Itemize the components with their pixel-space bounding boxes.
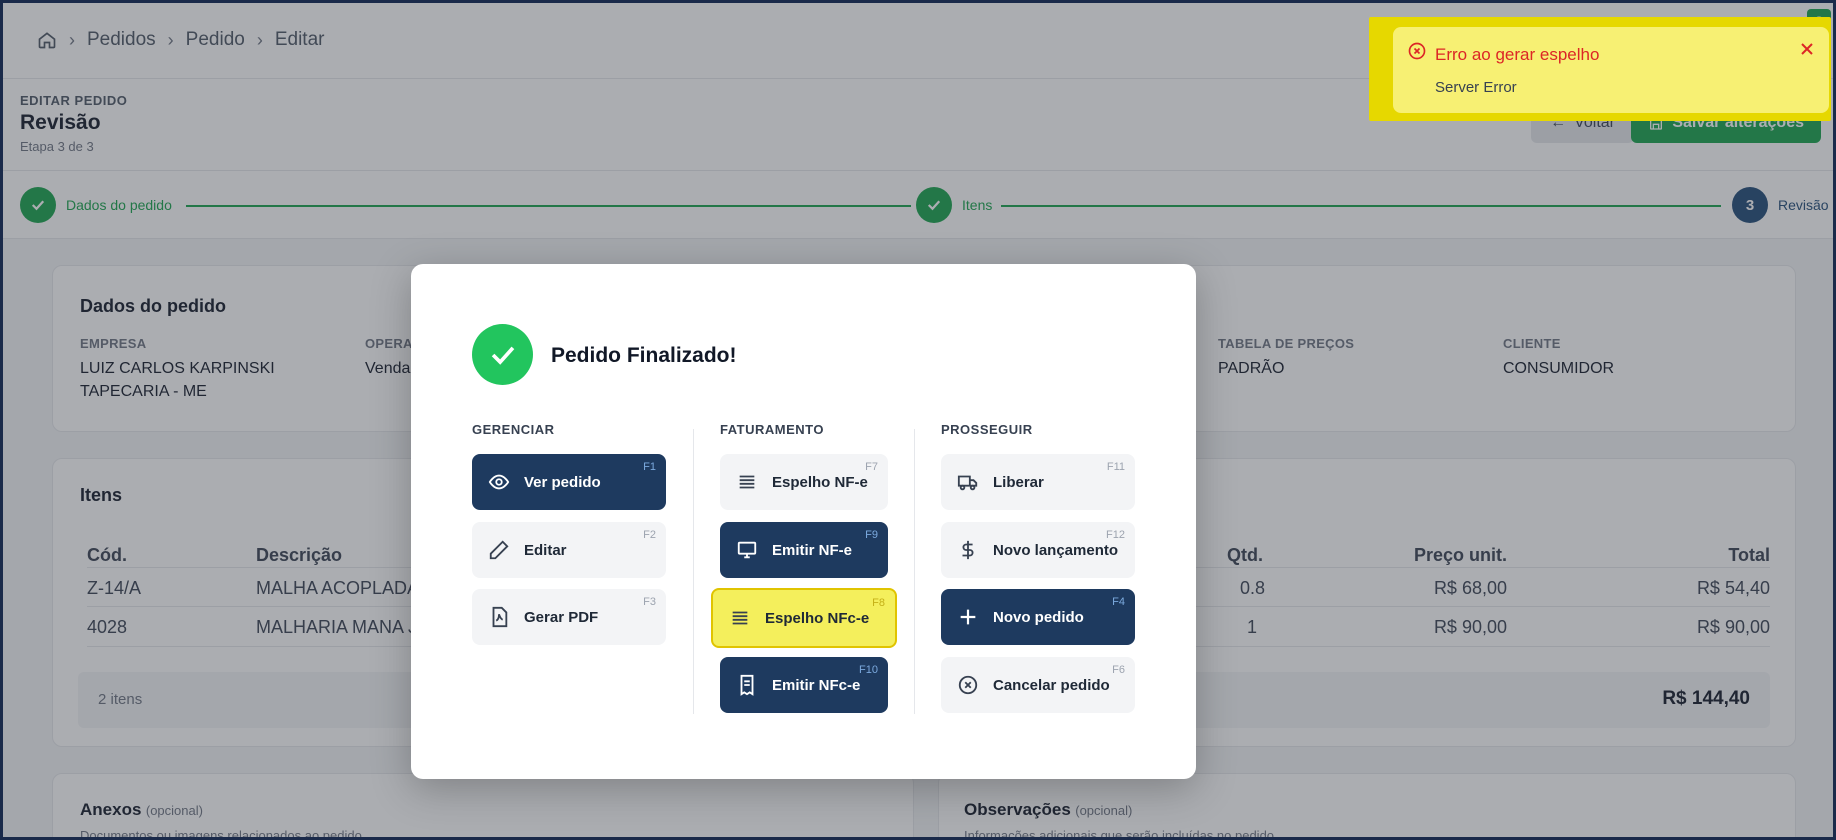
emit-nfe-button[interactable]: Emitir NF-e F9 [720,522,888,578]
shortcut-key: F12 [1106,529,1125,541]
divider [914,429,915,714]
shortcut-key: F4 [1112,596,1125,608]
mirror-nfe-button[interactable]: Espelho NF-e F7 [720,454,888,510]
button-label: Gerar PDF [524,608,599,626]
emit-nfce-button[interactable]: Emitir NFc-e F10 [720,657,888,713]
success-check-icon [472,324,533,385]
view-order-button[interactable]: Ver pedido F1 [472,454,666,510]
mirror-nfce-button[interactable]: Espelho NFc-e F8 [711,588,897,648]
button-label: Emitir NF-e [772,541,853,559]
shortcut-key: F11 [1106,461,1125,473]
cancel-icon [958,675,978,695]
button-label: Cancelar pedido [993,676,1110,694]
monitor-icon [737,541,757,559]
shortcut-key: F1 [643,461,656,473]
lines-icon [732,611,748,625]
section-proceed: PROSSEGUIR [941,422,1033,437]
new-order-button[interactable]: Novo pedido F4 [941,589,1135,645]
button-label: Liberar [993,473,1044,491]
pdf-icon [492,606,508,628]
release-button[interactable]: Liberar F11 [941,454,1135,510]
shortcut-key: F3 [643,596,656,608]
button-label: Emitir NFc-e [772,676,861,694]
button-label: Novo lançamento [993,541,1119,559]
button-label: Editar [524,541,567,559]
receipt-icon [740,674,754,696]
dollar-icon [962,540,974,560]
lines-icon [739,475,755,489]
eye-icon [488,474,510,490]
shortcut-key: F6 [1112,664,1125,676]
divider [693,429,694,714]
error-toast: Erro ao gerar espelho Server Error [1393,27,1829,113]
generate-pdf-button[interactable]: Gerar PDF F3 [472,589,666,645]
shortcut-key: F9 [865,529,878,541]
shortcut-key: F10 [859,664,878,676]
plus-icon [960,609,976,625]
section-manage: GERENCIAR [472,422,555,437]
error-icon [1408,42,1426,60]
shortcut-key: F2 [643,529,656,541]
order-finished-modal: Pedido Finalizado! GERENCIAR FATURAMENTO… [411,264,1196,779]
button-label: Ver pedido [524,473,601,491]
shortcut-key: F7 [865,461,878,473]
button-label: Novo pedido [993,608,1084,626]
button-label: Espelho NF-e [772,473,868,491]
toast-title: Erro ao gerar espelho [1435,45,1600,64]
new-entry-button[interactable]: Novo lançamento F12 [941,522,1135,578]
toast-message: Server Error [1435,79,1517,96]
button-label: Espelho NFc-e [765,609,870,627]
pencil-icon [489,540,509,560]
app-window: › Pedidos › Pedido › Editar S EDITAR PED… [3,3,1833,837]
modal-title: Pedido Finalizado! [551,344,737,367]
cancel-order-button[interactable]: Cancelar pedido F6 [941,657,1135,713]
edit-button[interactable]: Editar F2 [472,522,666,578]
truck-icon [957,475,978,491]
section-billing: FATURAMENTO [720,422,824,437]
shortcut-key: F8 [872,597,885,609]
close-icon[interactable] [1797,39,1817,59]
